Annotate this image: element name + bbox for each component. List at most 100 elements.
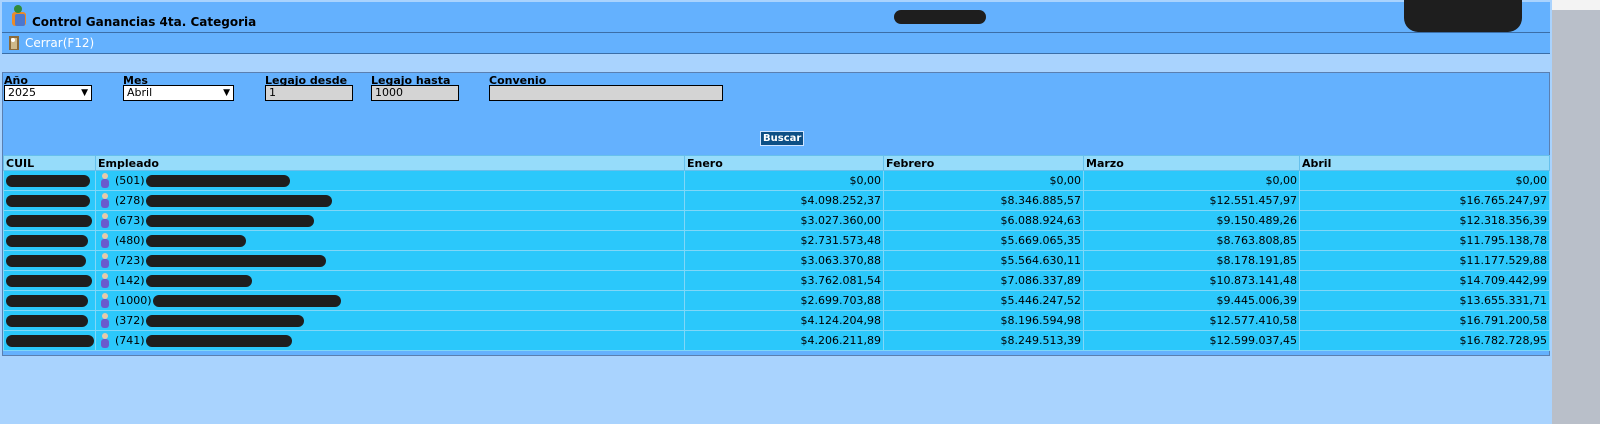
window-title: Control Ganancias 4ta. Categoria — [32, 15, 257, 29]
redacted-corner — [1404, 0, 1522, 32]
abril-cell: $13.655.331,71 — [1299, 290, 1550, 311]
redacted-cuil — [6, 174, 90, 187]
marzo-cell: $12.551.457,97 — [1083, 190, 1300, 211]
abril-cell: $11.177.529,88 — [1299, 250, 1550, 271]
redacted-name — [152, 294, 341, 307]
redacted-user — [894, 10, 986, 24]
redacted-cuil — [6, 214, 92, 227]
title-bar: Control Ganancias 4ta. Categoria — [2, 2, 1550, 33]
col-employee: Empleado — [95, 155, 685, 171]
cuil-cell — [3, 330, 96, 351]
table-row[interactable]: (723) $3.063.370,88 $5.564.630,11 $8.178.19… — [3, 250, 1550, 271]
employee-legajo: (278) — [115, 194, 145, 207]
table-row[interactable]: (480) $2.731.573,48 $5.669.065,35 $8.763.80… — [3, 230, 1550, 251]
redacted-cuil — [6, 274, 92, 287]
employee-legajo: (1000) — [115, 294, 152, 307]
cuil-cell — [3, 290, 96, 311]
marzo-cell: $9.445.006,39 — [1083, 290, 1300, 311]
employee-legajo: (741) — [115, 334, 145, 347]
person-icon — [101, 192, 109, 208]
abril-cell: $11.795.138,78 — [1299, 230, 1550, 251]
toolbar: Cerrar(F12) — [2, 33, 1550, 54]
abril-cell: $16.765.247,97 — [1299, 190, 1550, 211]
febrero-cell: $7.086.337,89 — [883, 270, 1084, 291]
febrero-cell: $5.564.630,11 — [883, 250, 1084, 271]
person-icon — [101, 312, 109, 328]
person-icon — [101, 172, 109, 188]
cuil-cell — [3, 230, 96, 251]
abril-cell: $0,00 — [1299, 170, 1550, 191]
employee-cell: (723) — [95, 250, 685, 271]
redacted-name — [145, 274, 252, 287]
enero-cell: $0,00 — [684, 170, 884, 191]
year-select[interactable]: 2025 ▼ — [4, 85, 92, 101]
marzo-cell: $12.577.410,58 — [1083, 310, 1300, 331]
employee-legajo: (673) — [115, 214, 145, 227]
febrero-cell: $8.346.885,57 — [883, 190, 1084, 211]
employee-cell: (278) — [95, 190, 685, 211]
febrero-cell: $5.669.065,35 — [883, 230, 1084, 251]
redacted-name — [145, 174, 290, 187]
person-icon — [101, 272, 109, 288]
chevron-down-icon: ▼ — [223, 88, 230, 98]
person-icon — [101, 292, 109, 308]
person-icon — [101, 212, 109, 228]
marzo-cell: $12.599.037,45 — [1083, 330, 1300, 351]
search-panel: Año 2025 ▼ Mes Abril ▼ Legajo desde 1 Le… — [2, 72, 1550, 356]
employee-cell: (1000) — [95, 290, 685, 311]
cuil-cell — [3, 170, 96, 191]
abril-cell: $12.318.356,39 — [1299, 210, 1550, 231]
col-enero: Enero — [684, 155, 884, 171]
close-label: Cerrar(F12) — [25, 36, 95, 50]
enero-cell: $3.762.081,54 — [684, 270, 884, 291]
month-select[interactable]: Abril ▼ — [123, 85, 234, 101]
legajo-to-input[interactable]: 1000 — [371, 85, 459, 101]
redacted-cuil — [6, 254, 86, 267]
redacted-cuil — [6, 194, 90, 207]
employee-cell: (673) — [95, 210, 685, 231]
table-row[interactable]: (501) $0,00 $0,00 $0,00 $0,00 — [3, 170, 1550, 191]
employee-cell: (501) — [95, 170, 685, 191]
table-row[interactable]: (673) $3.027.360,00 $6.088.924,63 $9.150.48… — [3, 210, 1550, 231]
person-icon — [101, 332, 109, 348]
marzo-cell: $10.873.141,48 — [1083, 270, 1300, 291]
redacted-name — [145, 194, 332, 207]
employee-cell: (142) — [95, 270, 685, 291]
abril-cell: $16.791.200,58 — [1299, 310, 1550, 331]
employee-cell: (480) — [95, 230, 685, 251]
redacted-cuil — [6, 234, 88, 247]
febrero-cell: $8.196.594,98 — [883, 310, 1084, 331]
table-row[interactable]: (372) $4.124.204,98 $8.196.594,98 $12.577.4… — [3, 310, 1550, 331]
table-row[interactable]: (1000) $2.699.703,88 $5.446.247,52 $9.445.0… — [3, 290, 1550, 311]
month-value: Abril — [127, 86, 153, 99]
febrero-cell: $6.088.924,63 — [883, 210, 1084, 231]
search-button[interactable]: Buscar — [760, 131, 805, 146]
employee-legajo: (723) — [115, 254, 145, 267]
cuil-cell — [3, 250, 96, 271]
person-icon — [101, 252, 109, 268]
app-icon — [12, 5, 26, 26]
employee-cell: (741) — [95, 330, 685, 351]
redacted-name — [145, 314, 304, 327]
col-febrero: Febrero — [883, 155, 1084, 171]
chevron-down-icon: ▼ — [81, 88, 88, 98]
marzo-cell: $0,00 — [1083, 170, 1300, 191]
redacted-name — [145, 234, 246, 247]
table-row[interactable]: (142) $3.762.081,54 $7.086.337,89 $10.873.1… — [3, 270, 1550, 291]
redacted-name — [145, 254, 326, 267]
marzo-cell: $9.150.489,26 — [1083, 210, 1300, 231]
table-row[interactable]: (741) $4.206.211,89 $8.249.513,39 $12.599.0… — [3, 330, 1550, 351]
employee-cell: (372) — [95, 310, 685, 331]
convenio-input[interactable] — [489, 85, 723, 101]
desktop-edge — [1552, 0, 1600, 424]
close-button[interactable]: Cerrar(F12) — [6, 34, 94, 52]
results-table: CUIL Empleado Enero Febrero Marzo Abril … — [3, 155, 1550, 351]
employee-legajo: (372) — [115, 314, 145, 327]
febrero-cell: $8.249.513,39 — [883, 330, 1084, 351]
table-row[interactable]: (278) $4.098.252,37 $8.346.885,57 $12.551.4… — [3, 190, 1550, 211]
employee-legajo: (142) — [115, 274, 145, 287]
marzo-cell: $8.178.191,85 — [1083, 250, 1300, 271]
col-cuil: CUIL — [3, 155, 96, 171]
legajo-from-input[interactable]: 1 — [265, 85, 353, 101]
enero-cell: $2.731.573,48 — [684, 230, 884, 251]
